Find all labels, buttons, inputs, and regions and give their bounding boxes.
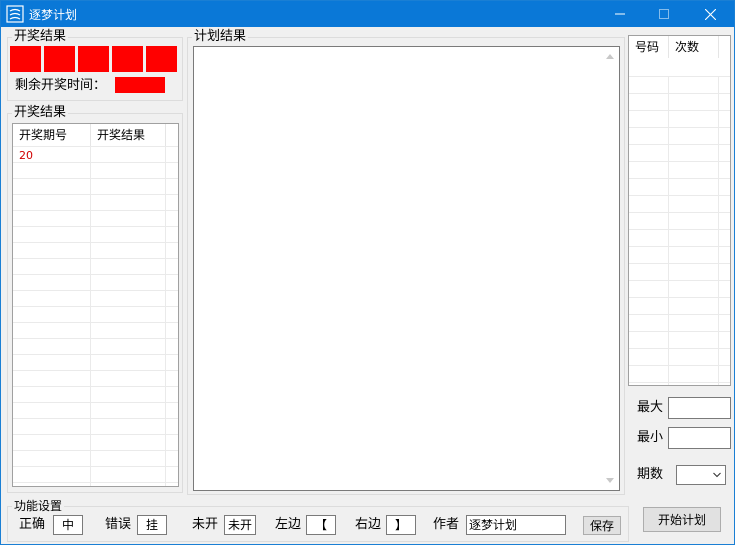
start-plan-button[interactable]: 开始计划	[643, 507, 721, 532]
left-label: 左边	[275, 517, 302, 532]
stats-list-header: 号码 次数	[629, 36, 719, 58]
main-window: 逐梦计划 开奖结果 剩余开奖时间： 开奖结果 开奖期号 开奖结果 20 计划结果…	[0, 0, 735, 545]
max-input[interactable]	[668, 397, 731, 419]
plan-result-scrollbar[interactable]	[602, 47, 619, 490]
function-settings-group-title: 功能设置	[12, 498, 65, 514]
lottery-result-group-title: 开奖结果	[12, 29, 69, 45]
close-icon	[704, 8, 716, 20]
close-button[interactable]	[687, 1, 733, 27]
remaining-time-indicator	[115, 77, 165, 93]
results-history-list[interactable]: 开奖期号 开奖结果 20	[12, 123, 179, 487]
column-header-count[interactable]: 次数	[669, 36, 719, 58]
results-list-header: 开奖期号 开奖结果	[13, 124, 166, 146]
results-list-grid: 20	[13, 146, 178, 486]
result-indicator-5	[146, 46, 177, 72]
stats-list-grid	[629, 76, 730, 385]
chevron-down-icon	[713, 472, 721, 478]
min-label: 最小	[637, 430, 664, 445]
wrong-label: 错误	[105, 517, 132, 532]
remaining-time-label: 剩余开奖时间：	[15, 78, 107, 93]
min-input[interactable]	[668, 427, 731, 449]
plan-result-textbox[interactable]	[193, 46, 620, 491]
unopened-input[interactable]: 未开	[224, 515, 256, 535]
right-input[interactable]: 】	[386, 515, 416, 535]
scroll-down-icon[interactable]	[606, 478, 614, 483]
maximize-icon	[659, 9, 669, 19]
maximize-button[interactable]	[641, 1, 687, 27]
result-indicator-2	[44, 46, 75, 72]
result-indicator-3	[78, 46, 109, 72]
plan-result-group-title: 计划结果	[192, 29, 249, 45]
unopened-label: 未开	[192, 517, 219, 532]
correct-label: 正确	[19, 517, 46, 532]
app-logo-icon	[6, 5, 24, 23]
column-header-period[interactable]: 开奖期号	[13, 124, 91, 146]
title-bar[interactable]: 逐梦计划	[1, 1, 734, 27]
save-button[interactable]: 保存	[583, 516, 621, 535]
max-label: 最大	[637, 400, 664, 415]
column-header-number[interactable]: 号码	[629, 36, 669, 58]
result-indicator-4	[112, 46, 143, 72]
author-label: 作者	[433, 517, 460, 532]
author-input[interactable]: 逐梦计划	[466, 515, 566, 535]
periods-label: 期数	[637, 467, 664, 482]
number-stats-list[interactable]: 号码 次数	[628, 35, 731, 386]
wrong-input[interactable]: 挂	[137, 515, 167, 535]
results-history-group-title: 开奖结果	[12, 105, 69, 121]
minimize-button[interactable]	[597, 1, 643, 27]
column-header-result[interactable]: 开奖结果	[91, 124, 166, 146]
correct-input[interactable]: 中	[53, 515, 83, 535]
left-input[interactable]: 【	[306, 515, 336, 535]
minimize-icon	[615, 13, 625, 15]
scroll-up-icon[interactable]	[606, 54, 614, 59]
right-label: 右边	[355, 517, 382, 532]
periods-select[interactable]	[676, 465, 726, 485]
table-row[interactable]: 20	[13, 148, 91, 164]
window-title: 逐梦计划	[29, 8, 78, 22]
result-indicator-1	[10, 46, 41, 72]
